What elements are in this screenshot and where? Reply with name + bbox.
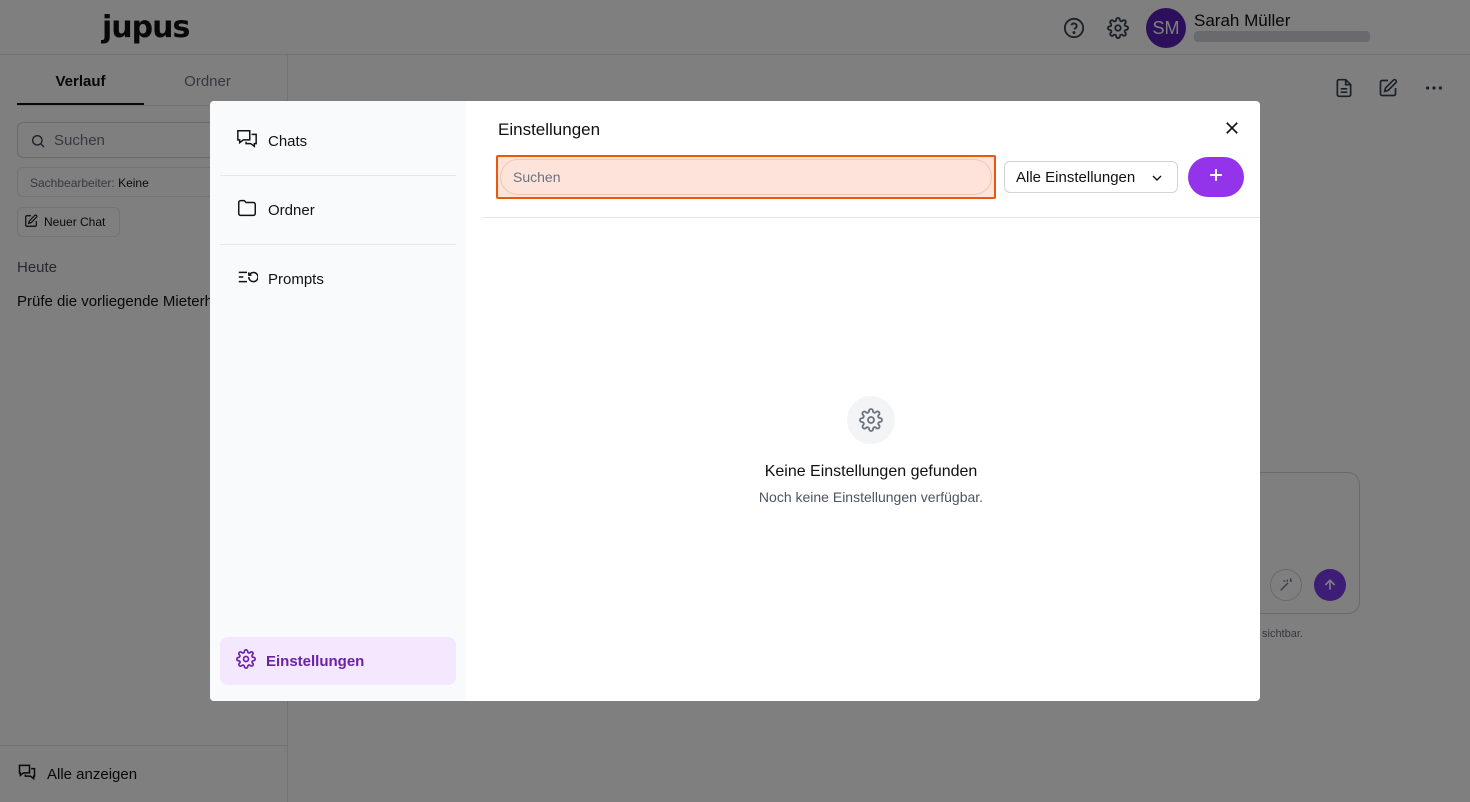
modal-nav-chats-label: Chats [268, 132, 308, 150]
modal-nav-settings-label: Einstellungen [266, 652, 365, 670]
settings-search-field [496, 155, 996, 199]
modal-nav: Chats Ordner Prompts Einstellungen [210, 101, 466, 701]
modal-nav-settings[interactable]: Einstellungen [220, 637, 456, 685]
modal-nav-chats[interactable]: Chats [220, 117, 456, 165]
empty-state-subtitle: Noch keine Einstellungen verfügbar. [758, 489, 984, 505]
settings-filter-select[interactable]: Alle Einstellungen [1004, 161, 1178, 193]
modal-nav-folders-label: Ordner [268, 201, 315, 219]
settings-modal: Chats Ordner Prompts Einstellungen Einst… [210, 101, 1260, 701]
folder-icon [236, 197, 258, 223]
prompts-icon [236, 266, 259, 292]
empty-state-gear-icon [847, 396, 895, 444]
modal-nav-prompts-label: Prompts [268, 270, 324, 288]
modal-nav-folders[interactable]: Ordner [220, 186, 456, 234]
empty-state-title: Keine Einstellungen gefunden [764, 463, 978, 480]
close-button[interactable] [1220, 118, 1244, 142]
chevron-down-icon [1149, 170, 1165, 190]
close-icon [1223, 119, 1241, 142]
nav-divider [220, 175, 456, 176]
header-divider [482, 217, 1260, 218]
modal-title: Einstellungen [498, 120, 601, 139]
nav-divider [220, 244, 456, 245]
settings-filter-value: Alle Einstellungen [1016, 168, 1136, 186]
add-setting-button[interactable] [1188, 157, 1244, 197]
settings-search-input[interactable] [500, 159, 992, 195]
plus-icon [1206, 165, 1226, 190]
modal-nav-prompts[interactable]: Prompts [220, 255, 456, 303]
chats-icon [236, 128, 258, 154]
gear-icon [236, 649, 256, 673]
